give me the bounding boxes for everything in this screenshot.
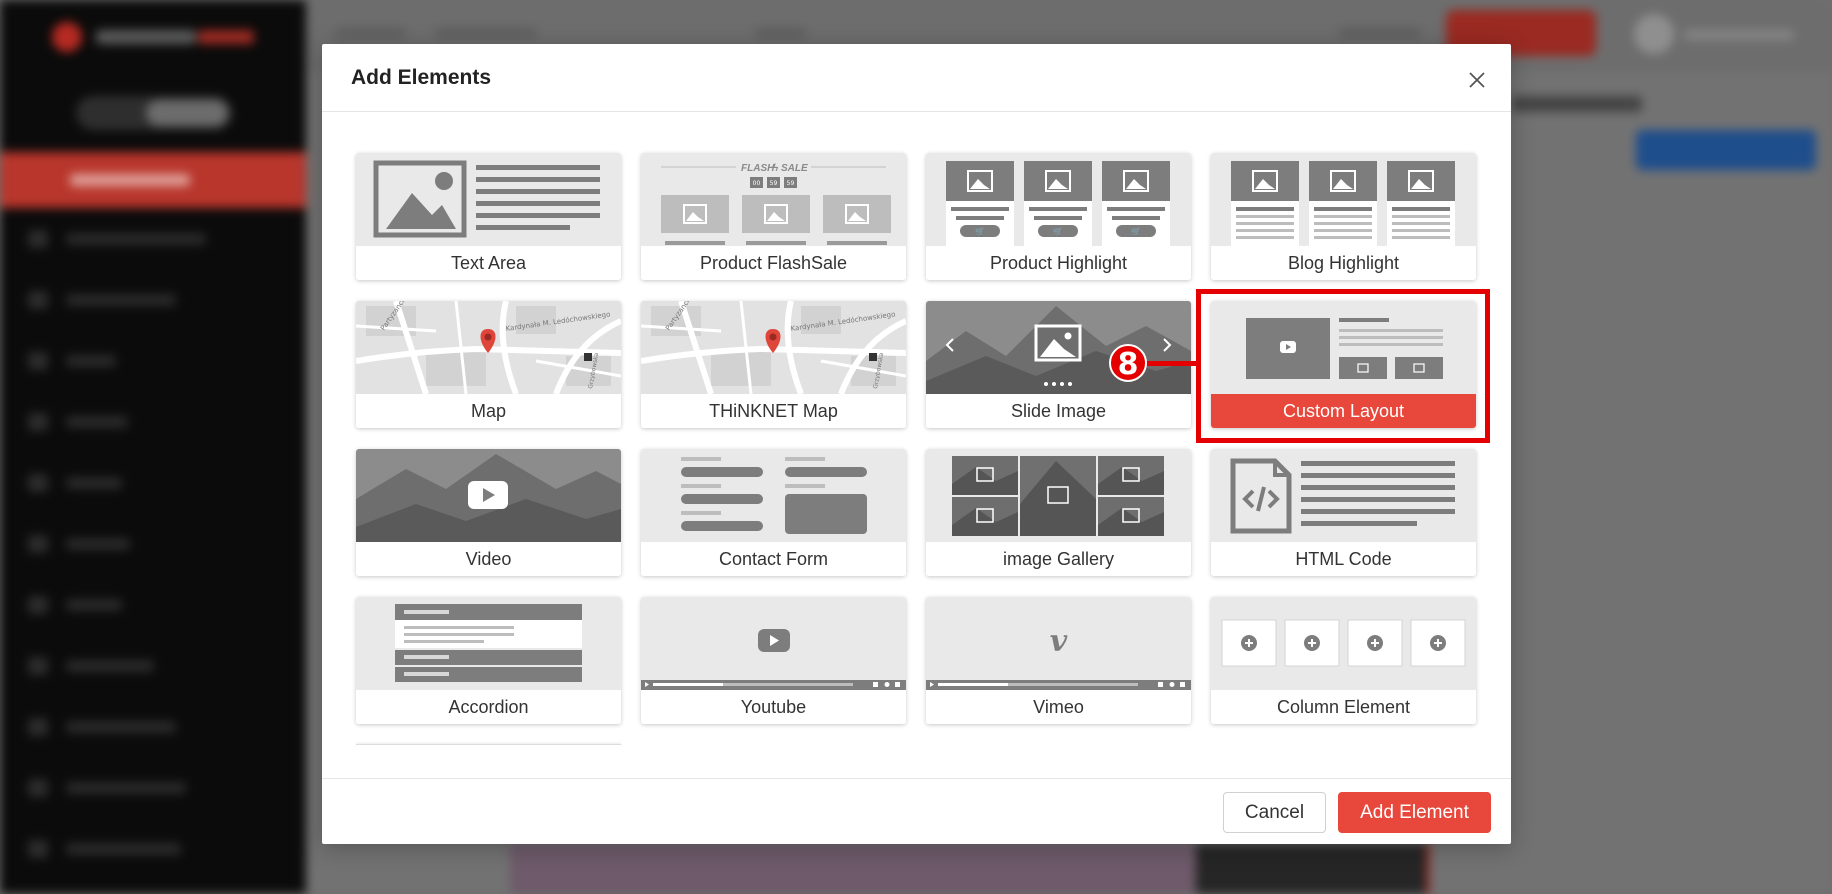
element-label: Youtube bbox=[641, 690, 906, 724]
vimeo-thumbnail: v bbox=[926, 597, 1191, 690]
element-card-html-code[interactable]: HTML Code bbox=[1211, 449, 1476, 576]
element-card-contact-form[interactable]: Contact Form bbox=[641, 449, 906, 576]
product-flashsale-thumbnail: FLASH ϟ SALE 00 59 59 bbox=[641, 153, 906, 246]
cancel-button[interactable]: Cancel bbox=[1223, 792, 1326, 833]
sidebar-toggle bbox=[76, 96, 232, 130]
html-code-thumbnail bbox=[1211, 449, 1476, 542]
custom-layout-thumbnail bbox=[1211, 301, 1476, 394]
sidebar-item bbox=[28, 840, 228, 858]
flash-bolt-icon: ϟ bbox=[773, 163, 779, 174]
sidebar-item bbox=[28, 779, 228, 797]
sidebar-item bbox=[28, 413, 228, 431]
timer-hours: 00 bbox=[753, 180, 761, 187]
thinknet-map-thumbnail: Kardynała M. Ledóchowskiego Partyzancka … bbox=[641, 301, 906, 394]
element-label: Text Area bbox=[356, 246, 621, 280]
element-label: Column Element bbox=[1211, 690, 1476, 724]
sidebar-item bbox=[28, 535, 228, 553]
close-icon bbox=[1469, 72, 1485, 88]
sidebar-item bbox=[28, 230, 228, 248]
element-card-column-element[interactable]: Column Element bbox=[1211, 597, 1476, 724]
modal-footer: Cancel Add Element bbox=[322, 778, 1511, 844]
code-file-icon bbox=[1230, 458, 1292, 534]
element-label: Video bbox=[356, 542, 621, 576]
element-card-text-area[interactable]: Text Area bbox=[356, 153, 621, 280]
add-element-button[interactable]: Add Element bbox=[1338, 792, 1491, 833]
text-area-thumbnail bbox=[356, 153, 621, 246]
element-label: Accordion bbox=[356, 690, 621, 724]
flash-text: FLASH bbox=[741, 163, 775, 174]
timer-minutes: 59 bbox=[770, 180, 778, 187]
sale-text: SALE bbox=[781, 163, 808, 174]
element-label: Product FlashSale bbox=[641, 246, 906, 280]
element-label: image Gallery bbox=[926, 542, 1191, 576]
map-thumbnail: Kardynała M. Ledóchowskiego Partyzancka … bbox=[356, 301, 621, 394]
element-card-image-gallery[interactable]: image Gallery bbox=[926, 449, 1191, 576]
column-element-thumbnail bbox=[1211, 597, 1476, 690]
element-card-vimeo[interactable]: v Vimeo bbox=[926, 597, 1191, 724]
sidebar-item bbox=[28, 596, 228, 614]
element-card-custom-layout[interactable]: Custom Layout bbox=[1211, 301, 1476, 428]
modal-title: Add Elements bbox=[351, 66, 492, 89]
cart-icon: 🛒 bbox=[1053, 226, 1063, 236]
element-card-video[interactable]: Video bbox=[356, 449, 621, 576]
element-label: Map bbox=[356, 394, 621, 428]
element-label: Product Highlight bbox=[926, 246, 1191, 280]
brand-logo bbox=[52, 18, 257, 58]
element-card-partial[interactable] bbox=[356, 744, 621, 748]
element-label: Blog Highlight bbox=[1211, 246, 1476, 280]
element-label: Slide Image bbox=[926, 394, 1191, 428]
step-connector bbox=[1145, 361, 1201, 366]
sidebar-item-active bbox=[0, 152, 306, 208]
sidebar-item bbox=[28, 352, 228, 370]
modal-header: Add Elements bbox=[322, 44, 1511, 112]
slide-image-thumbnail bbox=[926, 301, 1191, 394]
sidebar-item bbox=[28, 657, 228, 675]
element-label: Vimeo bbox=[926, 690, 1191, 724]
sidebar-item bbox=[28, 474, 228, 492]
element-card-blog-highlight[interactable]: Blog Highlight bbox=[1211, 153, 1476, 280]
sidebar-item bbox=[28, 718, 228, 736]
cart-icon: 🛒 bbox=[975, 226, 985, 236]
video-thumbnail bbox=[356, 449, 621, 542]
element-label: THiNKNET Map bbox=[641, 394, 906, 428]
image-gallery-thumbnail bbox=[926, 449, 1191, 542]
element-card-thinknet-map[interactable]: Kardynała M. Ledóchowskiego Partyzancka … bbox=[641, 301, 906, 428]
sidebar bbox=[0, 0, 306, 894]
element-card-map[interactable]: Kardynała M. Ledóchowskiego Partyzancka … bbox=[356, 301, 621, 428]
element-card-youtube[interactable]: Youtube bbox=[641, 597, 906, 724]
element-label: Contact Form bbox=[641, 542, 906, 576]
element-card-accordion[interactable]: Accordion bbox=[356, 597, 621, 724]
close-button[interactable] bbox=[1465, 68, 1489, 92]
product-highlight-thumbnail: 🛒 🛒 🛒 bbox=[926, 153, 1191, 246]
element-label: Custom Layout bbox=[1211, 394, 1476, 428]
element-card-product-flashsale[interactable]: FLASH ϟ SALE 00 59 59 Product FlashSale bbox=[641, 153, 906, 280]
youtube-thumbnail bbox=[641, 597, 906, 690]
timer-seconds: 59 bbox=[787, 180, 795, 187]
vimeo-icon: v bbox=[1050, 624, 1068, 659]
blog-highlight-thumbnail bbox=[1211, 153, 1476, 246]
sidebar-item bbox=[28, 291, 228, 309]
step-badge: 8 bbox=[1109, 344, 1147, 382]
accordion-thumbnail bbox=[356, 597, 621, 690]
element-card-product-highlight[interactable]: 🛒 🛒 🛒 Product Highlight bbox=[926, 153, 1191, 280]
cart-icon: 🛒 bbox=[1131, 226, 1141, 236]
contact-form-thumbnail bbox=[641, 449, 906, 542]
element-label: HTML Code bbox=[1211, 542, 1476, 576]
